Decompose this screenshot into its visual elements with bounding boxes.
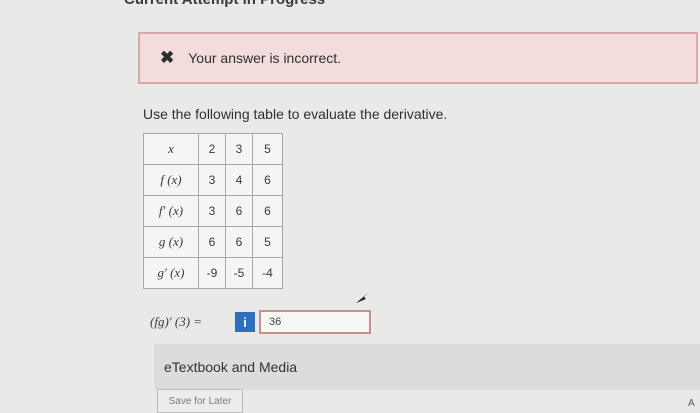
- table-cell: 6: [225, 226, 253, 258]
- etextbook-media-section[interactable]: eTextbook and Media: [154, 344, 700, 390]
- table-cell: 2: [198, 133, 226, 165]
- incorrect-answer-alert: ✖ Your answer is incorrect.: [138, 32, 698, 84]
- table-cell: -9: [198, 257, 226, 289]
- table-cell: 3: [198, 195, 226, 227]
- values-table: x 2 3 5 f (x) 3 4 6 f′ (x) 3 6 6 g (x) 6…: [143, 133, 283, 289]
- save-for-later-button[interactable]: Save for Later: [157, 389, 243, 413]
- answer-row: (fg)′ (3) = i: [150, 309, 371, 335]
- table-row: g′ (x) -9 -5 -4: [143, 257, 283, 289]
- alert-message: Your answer is incorrect.: [188, 50, 342, 66]
- close-icon: ✖: [160, 48, 175, 67]
- table-cell: 6: [198, 226, 226, 258]
- table-cell: 6: [225, 195, 253, 227]
- page-heading: Current Attempt in Progress: [124, 0, 325, 8]
- table-row: x 2 3 5: [143, 133, 283, 165]
- table-cell: 3: [198, 164, 226, 196]
- question-prompt: Use the following table to evaluate the …: [143, 106, 448, 122]
- table-row: g (x) 6 6 5: [143, 226, 283, 258]
- table-cell: 6: [252, 195, 283, 227]
- table-row: f′ (x) 3 6 6: [143, 195, 283, 227]
- row-header-x: x: [143, 133, 199, 165]
- info-button[interactable]: i: [235, 312, 255, 332]
- row-header-g-prime: g′ (x): [143, 257, 199, 289]
- table-row: f (x) 3 4 6: [143, 164, 283, 196]
- table-cell: 4: [225, 164, 253, 196]
- answer-input[interactable]: [259, 310, 371, 334]
- answer-label: (fg)′ (3) =: [150, 314, 203, 329]
- row-header-f: f (x): [143, 164, 199, 196]
- mouse-cursor-icon: [356, 293, 368, 303]
- table-cell: -5: [225, 257, 253, 289]
- table-cell: -4: [252, 257, 283, 289]
- corner-text: A: [688, 398, 695, 409]
- row-header-g: g (x): [143, 226, 199, 258]
- table-cell: 3: [225, 133, 253, 165]
- table-cell: 5: [252, 226, 283, 258]
- table-cell: 5: [252, 133, 283, 165]
- row-header-f-prime: f′ (x): [143, 195, 199, 227]
- table-cell: 6: [252, 164, 283, 196]
